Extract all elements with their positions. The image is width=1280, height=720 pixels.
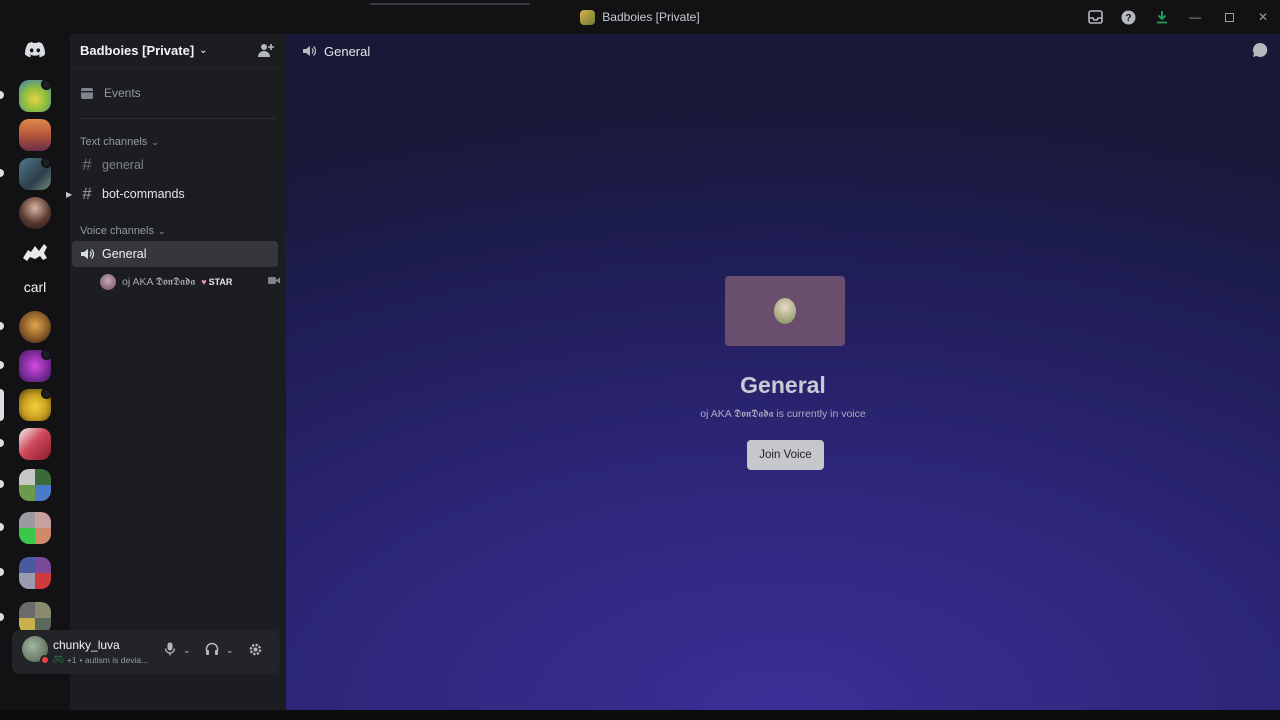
svg-text:?: ?	[1125, 13, 1131, 24]
server-folder-icon[interactable]	[19, 469, 51, 501]
status-indicator-icon	[40, 655, 50, 665]
channel-label: General	[102, 247, 147, 261]
server-icon[interactable]	[19, 197, 51, 229]
camera-icon	[268, 276, 280, 288]
unread-pill	[0, 568, 4, 576]
voice-channel-subtitle: oj AKA 𝕯𝖔𝖓𝕯𝖆𝖉𝖆 is currently in voice	[700, 408, 866, 420]
unread-pill	[0, 439, 4, 447]
server-mini-icon	[580, 9, 596, 25]
divider	[80, 118, 276, 119]
voice-badge-icon	[41, 158, 51, 168]
user-panel: chunky_luva 🎮︎ +1 • autism is devia... ⌄…	[12, 630, 280, 674]
microphone-icon[interactable]	[164, 642, 176, 659]
headphones-icon[interactable]	[205, 642, 219, 659]
server-icon[interactable]	[19, 119, 51, 151]
events-label: Events	[104, 86, 141, 100]
unread-pill	[0, 361, 4, 369]
title-bar-controls: ? — ✕	[1079, 0, 1280, 34]
text-channel-icon: #	[82, 155, 92, 174]
avatar	[774, 298, 796, 324]
invite-user-icon[interactable]	[258, 42, 276, 60]
voice-badge-icon	[41, 350, 51, 360]
main-content: General General oj AKA 𝕯𝖔𝖓𝕯𝖆𝖉𝖆 is curren…	[286, 34, 1280, 710]
voice-badge-icon	[41, 389, 51, 399]
join-voice-button[interactable]: Join Voice	[747, 440, 824, 470]
voice-channel-general[interactable]: General	[72, 241, 278, 267]
speaker-icon	[303, 46, 316, 56]
events-item[interactable]: Events	[72, 80, 278, 106]
voice-participant[interactable]: oj AKA 𝕯𝖔𝖓𝕯𝖆𝖉𝖆 ♥ STAR	[100, 272, 280, 292]
channel-header: General	[286, 34, 1280, 68]
maximize-button[interactable]	[1212, 0, 1246, 34]
calendar-icon	[81, 88, 93, 99]
unread-indicator-icon: ▶	[66, 189, 73, 199]
inbox-icon[interactable]	[1079, 0, 1112, 34]
chevron-down-icon[interactable]: ⌄	[183, 645, 191, 656]
animal-logo-icon	[23, 244, 47, 261]
chevron-down-icon: ⌄	[199, 45, 208, 56]
server-icon[interactable]	[19, 311, 51, 343]
chevron-down-icon: ⌄	[151, 136, 159, 147]
discord-logo-icon	[25, 42, 45, 58]
download-icon[interactable]	[1145, 0, 1178, 34]
minimize-button[interactable]: —	[1178, 0, 1212, 34]
unread-pill	[0, 322, 4, 330]
title-bar: Badboies [Private] ? — ✕	[0, 0, 1280, 34]
close-button[interactable]: ✕	[1246, 0, 1280, 34]
username[interactable]: chunky_luva	[53, 638, 120, 652]
category-label: Text channels	[80, 136, 148, 148]
bottom-edge	[0, 710, 1280, 720]
voice-channel-title: General	[740, 372, 826, 398]
chat-bubble-icon[interactable]	[1252, 42, 1268, 61]
unread-pill	[0, 169, 4, 177]
header-channel-name: General	[324, 43, 371, 59]
unread-pill	[0, 480, 4, 488]
help-icon[interactable]: ?	[1112, 0, 1145, 34]
server-header[interactable]: Badboies [Private] ⌄	[70, 34, 286, 68]
heart-icon: ♥	[201, 277, 207, 287]
status-text: • autism is devia...	[79, 654, 149, 665]
server-icon[interactable]	[19, 80, 51, 112]
selected-pill	[0, 389, 4, 421]
custom-status: 🎮︎ +1 • autism is devia...	[53, 654, 148, 665]
participant-name: oj AKA 𝕯𝖔𝖓𝕯𝖆𝖉𝖆	[122, 275, 196, 288]
channel-label: general	[102, 158, 144, 172]
channel-sidebar: Badboies [Private] ⌄ Events Text channel…	[66, 34, 286, 710]
server-text-label[interactable]: carl	[0, 279, 70, 295]
unread-pill	[0, 613, 4, 621]
text-channel-icon: #	[82, 184, 92, 203]
server-icon[interactable]	[19, 428, 51, 460]
unread-pill	[0, 523, 4, 531]
role-tag-label: STAR	[208, 277, 233, 287]
status-prefix: +1	[66, 654, 77, 665]
category-text-channels[interactable]: Text channels ⌄	[80, 136, 159, 148]
voice-badge-icon	[41, 80, 51, 90]
chevron-down-icon[interactable]: ⌄	[226, 645, 234, 656]
role-tag: ♥ STAR	[201, 277, 232, 287]
server-folder-icon[interactable]	[19, 512, 51, 544]
category-label: Voice channels	[80, 225, 154, 237]
speaker-icon	[81, 249, 94, 259]
window-title-text: Badboies [Private]	[602, 10, 700, 24]
chevron-down-icon: ⌄	[158, 225, 166, 236]
server-icon[interactable]	[19, 236, 51, 268]
discord-home-button[interactable]	[19, 34, 51, 66]
server-folder-icon[interactable]	[19, 557, 51, 589]
unread-pill	[0, 91, 4, 99]
avatar	[100, 274, 116, 290]
gamepad-icon: 🎮︎	[53, 654, 64, 664]
server-icon-selected[interactable]	[19, 389, 51, 421]
server-name: Badboies [Private]	[80, 43, 195, 58]
server-rail: carl +	[0, 34, 70, 710]
gear-icon[interactable]	[248, 642, 263, 660]
server-icon[interactable]	[19, 350, 51, 382]
voice-participant-preview[interactable]	[725, 276, 845, 346]
channel-general[interactable]: # general	[72, 152, 278, 178]
channel-label: bot-commands	[102, 187, 185, 201]
server-icon[interactable]	[19, 158, 51, 190]
channel-bot-commands[interactable]: ▶ # bot-commands	[66, 181, 278, 207]
category-voice-channels[interactable]: Voice channels ⌄	[80, 225, 166, 237]
